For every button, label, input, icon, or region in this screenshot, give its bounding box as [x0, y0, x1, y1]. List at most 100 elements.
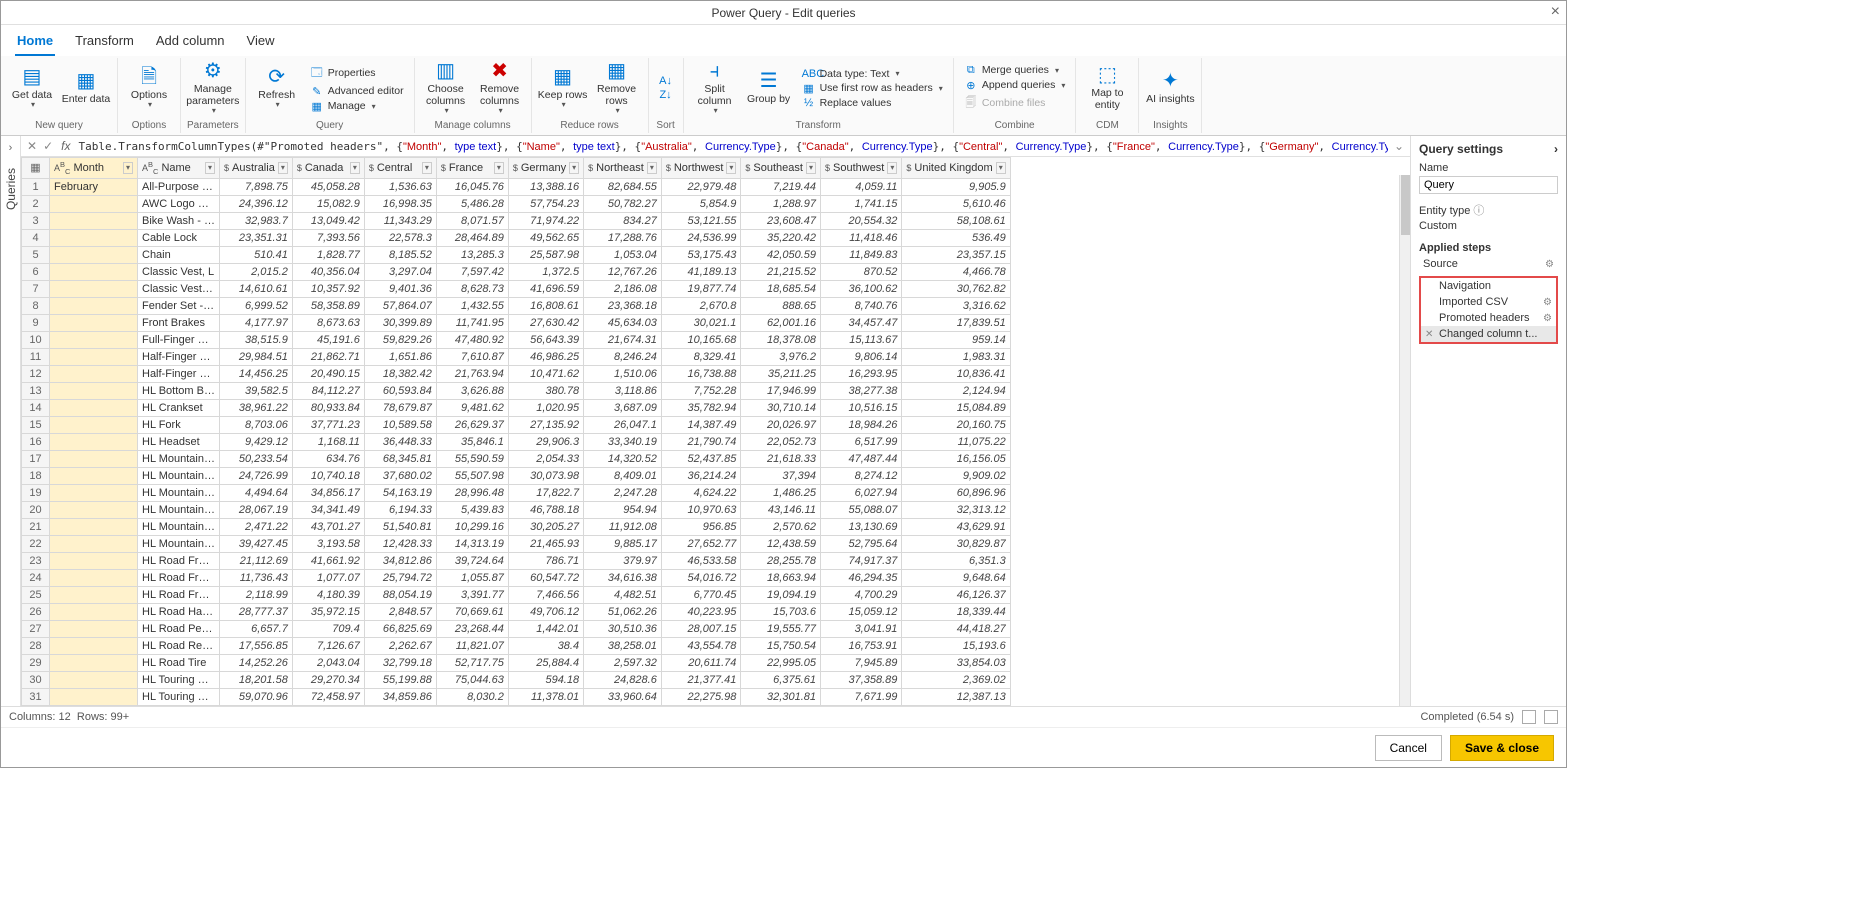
cell-value[interactable]: 68,345.81	[364, 450, 436, 467]
cell-value[interactable]: 4,180.39	[292, 586, 364, 603]
cell-value[interactable]: 18,984.26	[820, 416, 901, 433]
table-row[interactable]: 3Bike Wash - Dis...32,983.713,049.4211,3…	[22, 212, 1011, 229]
cell-value[interactable]: 51,062.26	[584, 603, 662, 620]
row-number[interactable]: 22	[22, 535, 50, 552]
cell-value[interactable]: 8,628.73	[436, 280, 508, 297]
table-row[interactable]: 23HL Road Frame ...21,112.6941,661.9234,…	[22, 552, 1011, 569]
cell-value[interactable]: 6,770.45	[661, 586, 741, 603]
cell-value[interactable]: 52,437.85	[661, 450, 741, 467]
cell-value[interactable]: 30,205.27	[508, 518, 583, 535]
keep-rows-button[interactable]: ▦Keep rows	[538, 60, 588, 116]
cell-value[interactable]: 27,652.77	[661, 535, 741, 552]
cell-value[interactable]: 59,829.26	[364, 331, 436, 348]
cell-value[interactable]: 1,372.5	[508, 263, 583, 280]
cell-value[interactable]: 14,320.52	[584, 450, 662, 467]
table-row[interactable]: 14HL Crankset38,961.2280,933.8478,679.87…	[22, 399, 1011, 416]
col-header-germany[interactable]: $Germany▾	[508, 158, 583, 179]
cell-value[interactable]: 16,293.95	[820, 365, 901, 382]
cell-value[interactable]: 10,299.16	[436, 518, 508, 535]
row-number[interactable]: 17	[22, 450, 50, 467]
step-changed-column-types[interactable]: ✕Changed column t...	[1421, 326, 1556, 342]
cell-value[interactable]: 3,193.58	[292, 535, 364, 552]
cell-value[interactable]: 380.78	[508, 382, 583, 399]
cell-name[interactable]: Chain	[138, 246, 220, 263]
enter-data-button[interactable]: ▦Enter data	[61, 60, 111, 116]
formula-expand-icon[interactable]: ⌄	[1394, 139, 1404, 153]
cell-value[interactable]: 9,481.62	[436, 399, 508, 416]
cell-value[interactable]: 35,220.42	[741, 229, 821, 246]
gear-icon[interactable]: ⚙	[1543, 297, 1552, 308]
row-number[interactable]: 5	[22, 246, 50, 263]
cell-value[interactable]: 870.52	[820, 263, 901, 280]
cell-month[interactable]	[50, 671, 138, 688]
cell-name[interactable]: HL Road Frame ...	[138, 569, 220, 586]
cell-value[interactable]: 16,808.61	[508, 297, 583, 314]
cell-value[interactable]: 1,020.95	[508, 399, 583, 416]
cell-value[interactable]: 40,223.95	[661, 603, 741, 620]
cell-value[interactable]: 2,015.2	[220, 263, 293, 280]
delete-step-icon[interactable]: ✕	[1425, 329, 1435, 340]
cell-month[interactable]	[50, 518, 138, 535]
table-row[interactable]: 9Front Brakes4,177.978,673.6330,399.8911…	[22, 314, 1011, 331]
row-number[interactable]: 20	[22, 501, 50, 518]
cell-value[interactable]: 1,486.25	[741, 484, 821, 501]
cell-value[interactable]: 2,124.94	[902, 382, 1010, 399]
cell-name[interactable]: HL Road Rear ...	[138, 637, 220, 654]
cell-value[interactable]: 57,864.07	[364, 297, 436, 314]
row-number[interactable]: 6	[22, 263, 50, 280]
cell-value[interactable]: 59,070.96	[220, 688, 293, 705]
cell-value[interactable]: 18,339.44	[902, 603, 1010, 620]
cell-value[interactable]: 2,043.04	[292, 654, 364, 671]
cell-value[interactable]: 23,368.18	[584, 297, 662, 314]
cell-value[interactable]: 8,409.01	[584, 467, 662, 484]
cell-value[interactable]: 72,458.97	[292, 688, 364, 705]
cell-value[interactable]: 4,482.51	[584, 586, 662, 603]
cell-value[interactable]: 536.49	[902, 229, 1010, 246]
row-number[interactable]: 26	[22, 603, 50, 620]
cell-name[interactable]: HL Mountain Fr...	[138, 450, 220, 467]
cell-value[interactable]: 12,387.13	[902, 688, 1010, 705]
cell-value[interactable]: 27,630.42	[508, 314, 583, 331]
cell-value[interactable]: 10,589.58	[364, 416, 436, 433]
cell-value[interactable]: 34,856.17	[292, 484, 364, 501]
cell-value[interactable]: 34,341.49	[292, 501, 364, 518]
ai-insights-button[interactable]: ✦AI insights	[1145, 60, 1195, 116]
cell-month[interactable]: February	[50, 178, 138, 195]
chevron-right-icon[interactable]: ›	[1554, 142, 1558, 156]
cell-value[interactable]: 22,995.05	[741, 654, 821, 671]
cancel-button[interactable]: Cancel	[1375, 735, 1442, 761]
cell-value[interactable]: 1,741.15	[820, 195, 901, 212]
cell-value[interactable]: 44,418.27	[902, 620, 1010, 637]
cell-month[interactable]	[50, 467, 138, 484]
cell-value[interactable]: 18,382.42	[364, 365, 436, 382]
cell-value[interactable]: 10,516.15	[820, 399, 901, 416]
cell-value[interactable]: 37,680.02	[364, 467, 436, 484]
row-number[interactable]: 19	[22, 484, 50, 501]
cell-value[interactable]: 20,611.74	[661, 654, 741, 671]
cell-value[interactable]: 26,629.37	[436, 416, 508, 433]
tab-transform[interactable]: Transform	[73, 29, 136, 56]
cell-value[interactable]: 55,088.07	[820, 501, 901, 518]
cell-value[interactable]: 8,071.57	[436, 212, 508, 229]
cell-value[interactable]: 7,898.75	[220, 178, 293, 195]
col-header-canada[interactable]: $Canada▾	[292, 158, 364, 179]
step-promoted-headers[interactable]: Promoted headers⚙	[1421, 310, 1556, 326]
cell-value[interactable]: 23,351.31	[220, 229, 293, 246]
cell-value[interactable]: 45,634.03	[584, 314, 662, 331]
cell-value[interactable]: 41,696.59	[508, 280, 583, 297]
cell-value[interactable]: 2,054.33	[508, 450, 583, 467]
cell-month[interactable]	[50, 246, 138, 263]
cell-value[interactable]: 27,135.92	[508, 416, 583, 433]
cell-month[interactable]	[50, 365, 138, 382]
cell-month[interactable]	[50, 212, 138, 229]
table-row[interactable]: 12Half-Finger Glo...14,456.2520,490.1518…	[22, 365, 1011, 382]
column-dropdown-icon[interactable]: ▾	[422, 162, 432, 174]
cell-name[interactable]: HL Road Frame ...	[138, 586, 220, 603]
append-queries-button[interactable]: ⊕Append queries	[960, 78, 1070, 93]
cell-value[interactable]: 834.27	[584, 212, 662, 229]
cell-month[interactable]	[50, 297, 138, 314]
tab-home[interactable]: Home	[15, 29, 55, 56]
cell-value[interactable]: 8,246.24	[584, 348, 662, 365]
row-number[interactable]: 23	[22, 552, 50, 569]
cell-value[interactable]: 37,394	[741, 467, 821, 484]
